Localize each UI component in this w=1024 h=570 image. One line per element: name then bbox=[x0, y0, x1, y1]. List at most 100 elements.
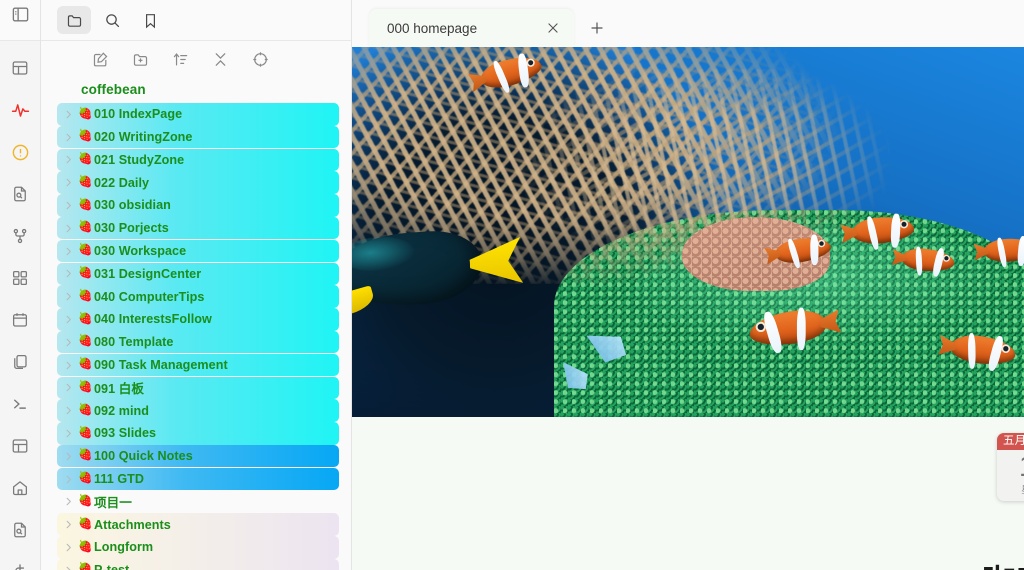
file-tree-item[interactable]: 🍓 093 Slides bbox=[57, 422, 339, 445]
file-tree-item[interactable]: 🍓 092 mind bbox=[57, 399, 339, 422]
strawberry-icon: 🍓 bbox=[78, 426, 93, 439]
file-search-icon[interactable] bbox=[5, 179, 35, 209]
chevron-right-icon[interactable] bbox=[59, 219, 77, 237]
file-tree-item[interactable]: 🍓 020 WritingZone bbox=[57, 125, 339, 149]
file-tree-item[interactable]: 🍓 Longform bbox=[57, 536, 339, 559]
file-tree-item-label: 030 Porjects bbox=[94, 221, 169, 236]
file-explorer-pane: coffebean 🍓 010 IndexPage 🍓 020 WritingZone… bbox=[41, 0, 352, 570]
chevron-right-icon[interactable] bbox=[59, 151, 77, 169]
chevron-right-icon[interactable] bbox=[59, 402, 77, 420]
chevron-right-icon[interactable] bbox=[59, 333, 77, 351]
file-tree-item[interactable]: 🍓 040 ComputerTips bbox=[57, 285, 339, 308]
chevron-right-icon[interactable] bbox=[59, 174, 77, 192]
strawberry-icon: 🍓 bbox=[78, 130, 93, 143]
page-title: 咖啡豆☕的咖啡馆-示例库 bbox=[982, 555, 1024, 570]
strawberry-icon: 🍓 bbox=[78, 540, 93, 553]
chevron-right-icon[interactable] bbox=[59, 310, 77, 328]
file-tree-item-label: 111 GTD bbox=[94, 472, 145, 486]
tab-search[interactable] bbox=[95, 6, 129, 34]
new-note-button[interactable] bbox=[89, 49, 111, 71]
toggle-sidebar-button[interactable] bbox=[5, 0, 35, 29]
document-tab[interactable]: 000 homepage bbox=[369, 9, 574, 47]
file-tree-item-label: 040 InterestsFollow bbox=[94, 312, 212, 327]
file-tree-item-label: P-test bbox=[94, 563, 129, 570]
file-tree-item-label: 030 obsidian bbox=[94, 198, 171, 213]
chevron-right-icon[interactable] bbox=[59, 196, 77, 214]
file-tree-item-label: Attachments bbox=[94, 517, 171, 532]
file-tree-item[interactable]: 🍓 Attachments bbox=[57, 513, 339, 536]
chevron-right-icon[interactable] bbox=[59, 379, 77, 397]
file-tree-item-label: 093 Slides bbox=[94, 426, 157, 441]
strawberry-icon: 🍓 bbox=[78, 563, 93, 570]
chevron-right-icon[interactable] bbox=[59, 493, 77, 511]
document-tab-title: 000 homepage bbox=[387, 20, 478, 36]
file-tree-item[interactable]: 🍓 021 StudyZone bbox=[57, 148, 339, 172]
file-tree-item[interactable]: 🍓 项目一 bbox=[57, 491, 339, 514]
collapse-all-button[interactable] bbox=[209, 49, 231, 71]
app-window: coffebean 🍓 010 IndexPage 🍓 020 WritingZone… bbox=[0, 0, 1024, 570]
file-tree-item-label: Longform bbox=[94, 540, 154, 555]
close-icon[interactable] bbox=[542, 17, 564, 39]
file-tree-item[interactable]: 🍓P-test bbox=[57, 558, 339, 570]
terminal-icon[interactable] bbox=[5, 389, 35, 419]
file-tree-item-label: 080 Template bbox=[94, 335, 174, 350]
file-tree-item[interactable]: 🍓 030 obsidian bbox=[57, 194, 339, 217]
file-tree-item-label: 031 DesignCenter bbox=[94, 266, 202, 281]
calendar-header: 五月 bbox=[997, 433, 1024, 450]
new-tab-button[interactable] bbox=[582, 13, 612, 43]
chevron-right-icon[interactable] bbox=[59, 470, 77, 488]
home-icon[interactable] bbox=[5, 473, 35, 503]
file-tree-item[interactable]: 🍓 080 Template bbox=[57, 330, 339, 354]
calendar-widget[interactable]: 五月 19 星期日 bbox=[997, 433, 1024, 501]
dollar-icon[interactable] bbox=[5, 557, 35, 570]
file-tree-item[interactable]: 🍓 091 白板 bbox=[57, 376, 339, 400]
reveal-file-button[interactable] bbox=[249, 49, 271, 71]
calendar-icon[interactable] bbox=[5, 305, 35, 335]
file-tree-item[interactable]: 🍓 111 GTD bbox=[57, 467, 339, 491]
chevron-right-icon[interactable] bbox=[59, 288, 77, 306]
chevron-right-icon[interactable] bbox=[59, 356, 77, 374]
layout-panel-icon[interactable] bbox=[5, 53, 35, 83]
file-pane-toolbar bbox=[41, 41, 351, 78]
grid-apps-icon[interactable] bbox=[5, 263, 35, 293]
file-tree-item-label: 090 Task Management bbox=[94, 358, 228, 373]
chevron-right-icon[interactable] bbox=[59, 242, 77, 260]
file-tree-item[interactable]: 🍓 022 Daily bbox=[57, 171, 339, 194]
file-tree-item[interactable]: 🍓 040 InterestsFollow bbox=[57, 308, 339, 331]
chevron-right-icon[interactable] bbox=[59, 105, 77, 123]
chevron-right-icon[interactable] bbox=[59, 265, 77, 283]
chevron-right-icon[interactable] bbox=[59, 538, 77, 556]
file-search-icon-2[interactable] bbox=[5, 515, 35, 545]
strawberry-icon: 🍓 bbox=[78, 198, 93, 211]
file-tree-item[interactable]: 🍓 031 DesignCenter bbox=[57, 262, 339, 286]
file-tree-item-label: 010 IndexPage bbox=[94, 107, 183, 122]
file-tree-item-label: 022 Daily bbox=[94, 175, 150, 190]
chevron-right-icon[interactable] bbox=[59, 424, 77, 442]
copy-files-icon[interactable] bbox=[5, 347, 35, 377]
chevron-right-icon[interactable] bbox=[59, 128, 77, 146]
git-graph-icon[interactable] bbox=[5, 221, 35, 251]
tab-bookmarks[interactable] bbox=[133, 6, 167, 34]
left-ribbon bbox=[0, 0, 41, 570]
collapse-icon bbox=[215, 53, 225, 66]
tab-files[interactable] bbox=[57, 6, 91, 34]
file-tree-item[interactable]: 🍓 090 Task Management bbox=[57, 353, 339, 377]
file-tree[interactable]: 🍓 010 IndexPage 🍓 020 WritingZone 🍓 021 Study… bbox=[41, 103, 351, 570]
file-tree-item-label: 021 StudyZone bbox=[94, 152, 185, 167]
folder-icon bbox=[67, 14, 81, 27]
new-folder-button[interactable] bbox=[129, 49, 151, 71]
layout-panel-icon-2[interactable] bbox=[5, 431, 35, 461]
chevron-right-icon[interactable] bbox=[59, 561, 77, 570]
chevron-right-icon[interactable] bbox=[59, 516, 77, 534]
strawberry-icon: 🍓 bbox=[78, 381, 93, 394]
file-tree-item[interactable]: 🍓 030 Porjects bbox=[57, 216, 339, 240]
chevron-right-icon[interactable] bbox=[59, 447, 77, 465]
file-tree-item[interactable]: 🍓 030 Workspace bbox=[57, 239, 339, 263]
activity-pulse-icon[interactable] bbox=[5, 95, 35, 125]
file-tree-item-label: 040 ComputerTips bbox=[94, 289, 205, 304]
file-tree-item[interactable]: 🍓 100 Quick Notes bbox=[57, 444, 339, 468]
file-tree-item[interactable]: 🍓 010 IndexPage bbox=[57, 103, 339, 126]
alert-circle-icon[interactable] bbox=[5, 137, 35, 167]
strawberry-icon: 🍓 bbox=[78, 267, 93, 280]
sort-button[interactable] bbox=[169, 49, 191, 71]
